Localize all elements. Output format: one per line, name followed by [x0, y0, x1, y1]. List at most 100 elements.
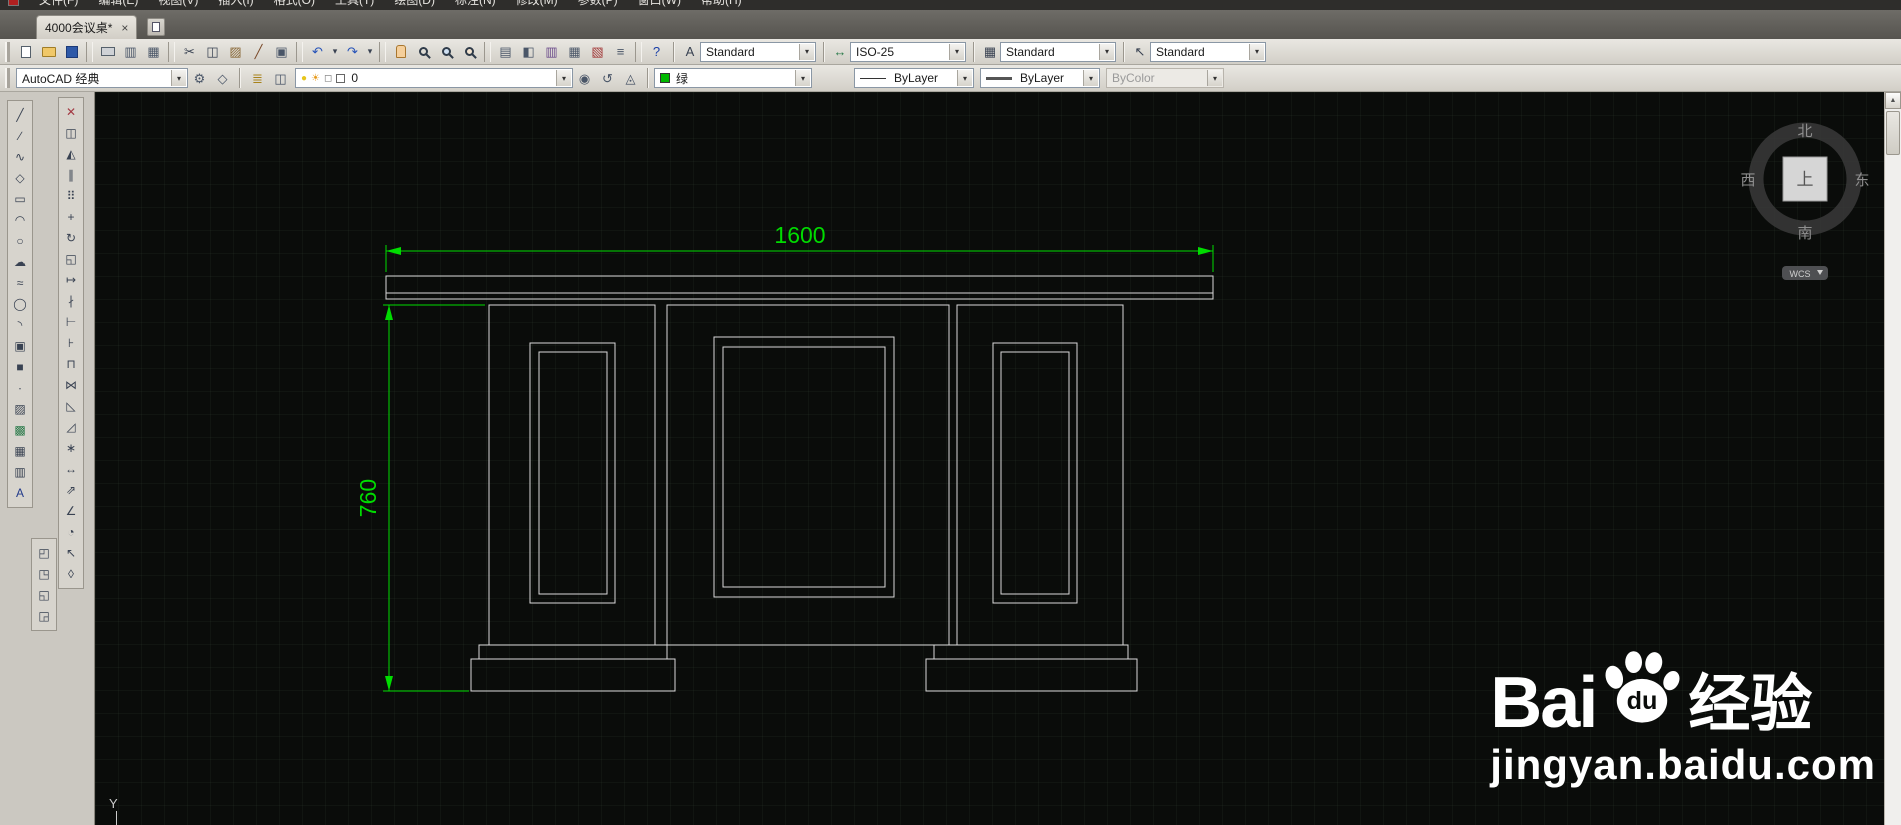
layer-unlock-icon[interactable]: ◻: [324, 73, 332, 84]
chevron-down-icon[interactable]: ▾: [949, 43, 964, 60]
layer-states-button[interactable]: ◫: [269, 67, 292, 89]
menu-item[interactable]: 格式(O): [264, 0, 325, 10]
menu-item[interactable]: 文件(F): [29, 0, 88, 10]
close-icon[interactable]: ×: [121, 22, 128, 34]
text-style-combo[interactable]: Standard ▾: [700, 41, 816, 62]
layer-match-button[interactable]: ◬: [619, 67, 642, 89]
send-to-back-tool[interactable]: ◲: [33, 606, 55, 626]
chevron-down-icon[interactable]: ▾: [1249, 43, 1264, 60]
extend-tool[interactable]: ⊢: [60, 312, 82, 332]
workspace-save-button[interactable]: ◇: [211, 67, 234, 89]
table-style-combo[interactable]: Standard ▾: [1000, 41, 1116, 62]
undo-button[interactable]: ↶: [306, 41, 329, 63]
revision-cloud-tool[interactable]: ☁: [9, 252, 31, 272]
send-under-tool[interactable]: ◱: [33, 585, 55, 605]
construction-line-tool[interactable]: ∕: [9, 126, 31, 146]
layer-color-swatch[interactable]: [336, 73, 346, 83]
text-style-icon[interactable]: A: [680, 41, 700, 63]
publish-button[interactable]: ▦: [142, 41, 165, 63]
tool-palettes-button[interactable]: ▥: [540, 41, 563, 63]
zoom-window-button[interactable]: [435, 41, 458, 63]
menu-item[interactable]: 插入(I): [208, 0, 263, 10]
arc-tool[interactable]: ◠: [9, 210, 31, 230]
chevron-down-icon[interactable]: ▾: [171, 70, 186, 86]
table-tool[interactable]: ▥: [9, 462, 31, 482]
rectangle-tool[interactable]: ▭: [9, 189, 31, 209]
sheet-set-manager-button[interactable]: ▦: [563, 41, 586, 63]
lineweight-combo[interactable]: ByLayer ▾: [980, 68, 1100, 88]
workspace-combo[interactable]: AutoCAD 经典 ▾: [16, 68, 188, 88]
compass-south-label[interactable]: 南: [1797, 225, 1812, 242]
fillet-tool[interactable]: ◿: [60, 417, 82, 437]
vertical-scrollbar[interactable]: ▲: [1884, 92, 1901, 825]
join-tool[interactable]: ⋈: [60, 375, 82, 395]
ellipse-tool[interactable]: ◯: [9, 294, 31, 314]
move-tool[interactable]: +: [60, 207, 82, 227]
properties-button[interactable]: ▤: [494, 41, 517, 63]
chevron-down-icon[interactable]: ▾: [1083, 70, 1098, 86]
copy-button[interactable]: ◫: [201, 41, 224, 63]
markup-set-manager-button[interactable]: ▧: [586, 41, 609, 63]
compass-west-label[interactable]: 西: [1740, 172, 1755, 189]
chevron-down-icon[interactable]: ▾: [799, 43, 814, 60]
redo-dropdown[interactable]: ▾: [364, 41, 376, 63]
menu-item[interactable]: 绘图(D): [384, 0, 445, 10]
compass-north-label[interactable]: 北: [1797, 123, 1812, 140]
chevron-down-icon[interactable]: ▾: [795, 70, 810, 86]
menu-item[interactable]: 工具(T): [325, 0, 384, 10]
match-properties-button[interactable]: ╱: [247, 41, 270, 63]
point-tool[interactable]: ∙: [9, 378, 31, 398]
dim-style-tool[interactable]: ◊: [60, 564, 82, 584]
multileader-style-icon[interactable]: ↖: [1130, 41, 1150, 63]
erase-tool[interactable]: ✕: [60, 102, 82, 122]
help-button[interactable]: ?: [645, 41, 668, 63]
table-style-icon[interactable]: ▦: [980, 41, 1000, 63]
menu-item[interactable]: 帮助(H): [691, 0, 752, 10]
drawing-canvas[interactable]: 1600 760 上 北 南 西 东 WCS Bai du 经验 jingyan…: [95, 92, 1884, 825]
menu-item[interactable]: 参数(P): [568, 0, 628, 10]
break-tool[interactable]: ⊓: [60, 354, 82, 374]
cut-button[interactable]: ✂: [178, 41, 201, 63]
multiline-text-tool[interactable]: A: [9, 483, 31, 503]
color-combo[interactable]: 绿 ▾: [654, 68, 812, 88]
make-layer-current-button[interactable]: ◉: [573, 67, 596, 89]
bring-above-tool[interactable]: ◳: [33, 564, 55, 584]
polygon-tool[interactable]: ◇: [9, 168, 31, 188]
layer-combo[interactable]: ● ☀ ◻ 0 ▾: [295, 68, 573, 88]
layer-previous-button[interactable]: ↺: [596, 67, 619, 89]
rotate-tool[interactable]: ↻: [60, 228, 82, 248]
polyline-tool[interactable]: ∿: [9, 147, 31, 167]
bring-to-front-tool[interactable]: ◰: [33, 543, 55, 563]
undo-dropdown[interactable]: ▾: [329, 41, 341, 63]
chevron-down-icon[interactable]: ▾: [556, 70, 571, 86]
spline-tool[interactable]: ≈: [9, 273, 31, 293]
menu-item[interactable]: 窗口(W): [628, 0, 691, 10]
menu-item[interactable]: 修改(M): [506, 0, 568, 10]
new-button[interactable]: [14, 41, 37, 63]
quickcalc-button[interactable]: ≡: [609, 41, 632, 63]
plot-preview-button[interactable]: ▥: [119, 41, 142, 63]
scroll-up-button[interactable]: ▲: [1885, 92, 1901, 109]
chevron-down-icon[interactable]: ▾: [957, 70, 972, 86]
copy-tool[interactable]: ◫: [60, 123, 82, 143]
zoom-realtime-button[interactable]: [412, 41, 435, 63]
dim-style-combo[interactable]: ISO-25 ▾: [850, 41, 966, 62]
dim-aligned-tool[interactable]: ⇗: [60, 480, 82, 500]
block-editor-button[interactable]: ▣: [270, 41, 293, 63]
region-tool[interactable]: ▦: [9, 441, 31, 461]
gradient-tool[interactable]: ▩: [9, 420, 31, 440]
menu-item[interactable]: 标注(N): [445, 0, 506, 10]
dim-angular-tool[interactable]: ∠: [60, 501, 82, 521]
layer-thaw-icon[interactable]: ☀: [311, 73, 320, 84]
paste-button[interactable]: ▨: [224, 41, 247, 63]
designcenter-button[interactable]: ◧: [517, 41, 540, 63]
array-tool[interactable]: ⠿: [60, 186, 82, 206]
zoom-previous-button[interactable]: [458, 41, 481, 63]
workspace-settings-button[interactable]: ⚙: [188, 67, 211, 89]
chamfer-tool[interactable]: ◺: [60, 396, 82, 416]
quick-leader-tool[interactable]: ↖: [60, 543, 82, 563]
ellipse-arc-tool[interactable]: ◝: [9, 315, 31, 335]
mirror-tool[interactable]: ◭: [60, 144, 82, 164]
chevron-down-icon[interactable]: ▾: [1099, 43, 1114, 60]
save-button[interactable]: [60, 41, 83, 63]
